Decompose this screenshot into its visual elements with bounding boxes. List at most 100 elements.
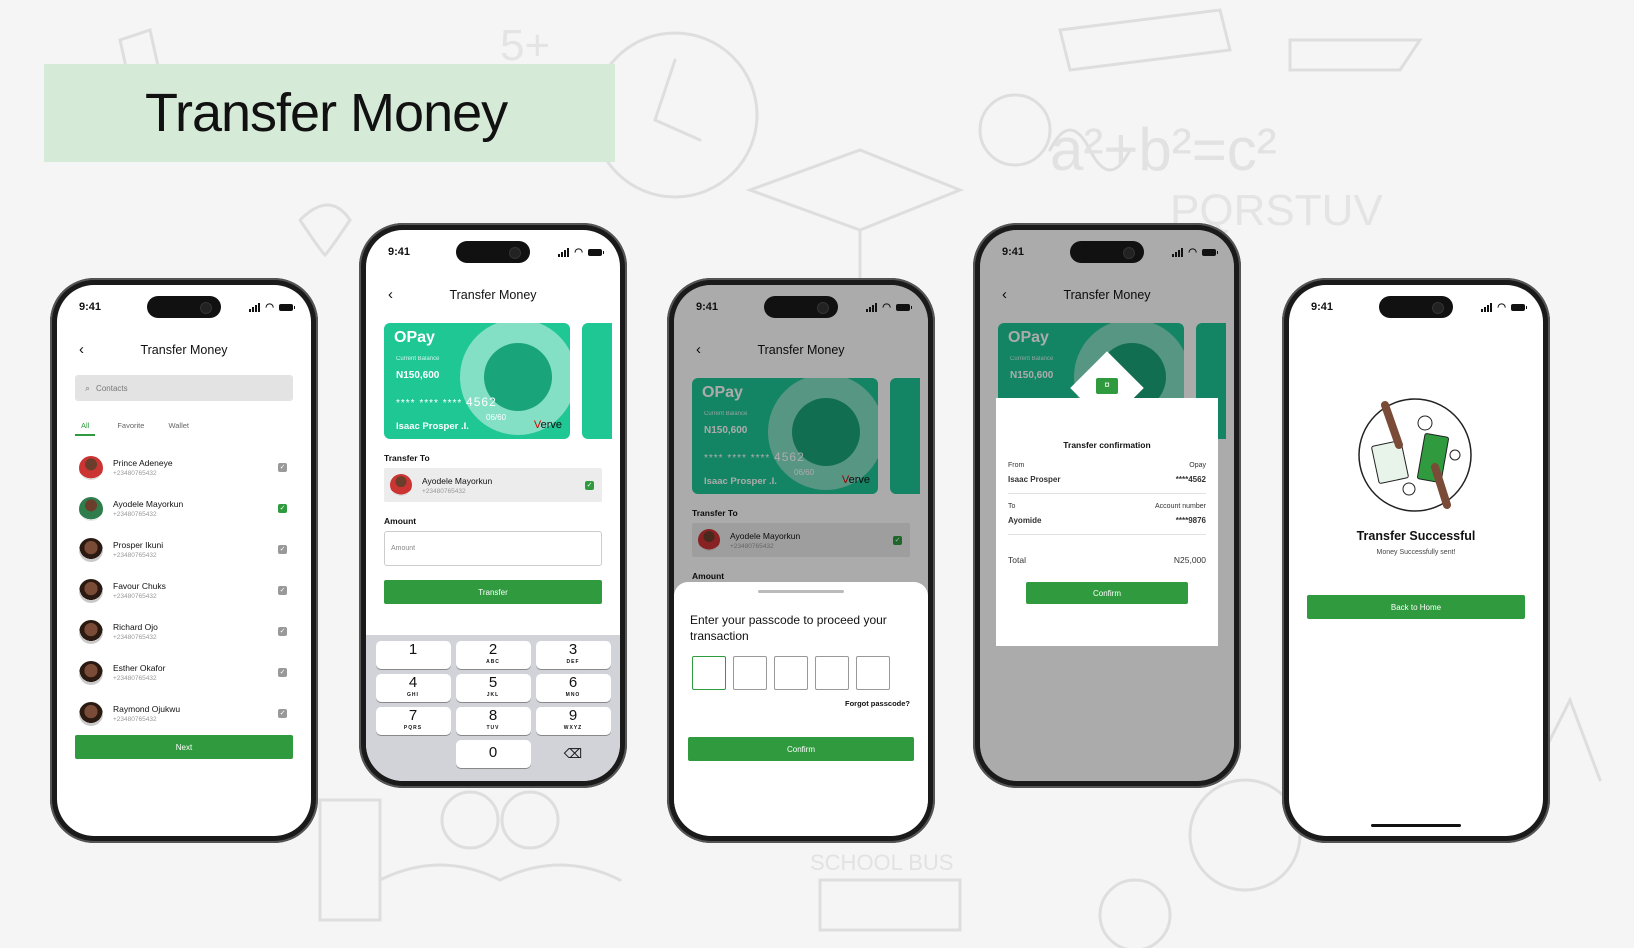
phone-amount: 9:41 ◠ ‹ Transfer Money OPay Current Bal… <box>359 223 627 788</box>
success-screen: 9:41 ◠ Transfer Successful Money Success… <box>1289 285 1543 836</box>
phone-passcode: 9:41 ◠ ‹ Transfer Money OPay Current Bal… <box>667 278 935 843</box>
verve-logo: Verve <box>533 419 562 431</box>
signal-icon <box>1481 302 1493 312</box>
battery-icon <box>279 303 295 311</box>
passcode-sheet: Enter your passcode to proceed your tran… <box>674 582 928 836</box>
to-name: Ayomide <box>1008 516 1042 525</box>
home-indicator[interactable] <box>1371 824 1461 827</box>
divider <box>1008 493 1206 494</box>
checkbox[interactable]: ✓ <box>278 668 287 677</box>
checkbox[interactable]: ✓ <box>278 504 287 513</box>
battery-icon <box>588 248 604 256</box>
status-bar: 9:41 ◠ <box>980 244 1234 260</box>
key-8[interactable]: 8 TUV <box>455 707 531 735</box>
list-item[interactable]: Richard Ojo +23480765432 ✓ <box>79 611 287 652</box>
total-label: Total <box>1008 555 1026 565</box>
money-transfer-illustration <box>1358 398 1472 512</box>
passcode-screen: 9:41 ◠ ‹ Transfer Money OPay Current Bal… <box>674 285 928 836</box>
pin-box-5[interactable] <box>856 656 890 690</box>
list-item[interactable]: Prosper Ikuni +23480765432 ✓ <box>79 529 287 570</box>
checkbox[interactable]: ✓ <box>585 480 594 490</box>
list-item[interactable]: Favour Chuks +23480765432 ✓ <box>79 570 287 611</box>
signal-icon <box>866 302 878 312</box>
key-6[interactable]: 6 MNO <box>535 674 611 702</box>
wifi-icon: ◠ <box>1497 301 1506 313</box>
tab-favorite[interactable]: Favorite <box>117 421 144 436</box>
status-bar: 9:41 ◠ <box>366 244 620 260</box>
to-label: To <box>1008 503 1016 510</box>
balance-value: N150,600 <box>396 370 440 381</box>
avatar <box>79 578 103 603</box>
from-label: From <box>1008 462 1025 469</box>
status-bar: 9:41 ◠ <box>674 299 928 315</box>
search-icon: ⌕ <box>85 382 91 393</box>
phone-contacts: 9:41 ◠ ‹ Transfer Money ⌕ Contacts All F… <box>50 278 318 843</box>
contact-name: Ayodele Mayorkun <box>113 499 184 509</box>
account-number-label: Account number <box>1155 503 1206 510</box>
nav-bar: ‹ Transfer Money <box>57 340 311 360</box>
key-2[interactable]: 2 ABC <box>455 641 531 669</box>
next-card-peek[interactable] <box>582 323 612 439</box>
key-7[interactable]: 7 PQRS <box>375 707 451 735</box>
confirmation-screen: 9:41 ◠ ‹ Transfer Money OPay Current Bal… <box>980 230 1234 781</box>
forgot-passcode-link[interactable]: Forgot passcode? <box>845 699 910 708</box>
amount-input[interactable]: Amount <box>384 531 602 566</box>
list-item[interactable]: Raymond Ojukwu +23480765432 ✓ <box>79 693 287 734</box>
back-arrow-icon[interactable]: ‹ <box>79 340 84 360</box>
tab-wallet[interactable]: Wallet <box>168 421 189 436</box>
success-subtext: Money Successfully sent! <box>1376 549 1456 556</box>
pin-box-2[interactable] <box>733 656 767 690</box>
checkbox[interactable]: ✓ <box>278 545 287 554</box>
selected-recipient[interactable]: Ayodele Mayorkun +23480765432 ✓ <box>384 468 602 502</box>
screen-title: Transfer Money <box>140 343 228 357</box>
contact-phone: +23480765432 <box>113 634 157 641</box>
transfer-button[interactable]: Transfer <box>384 580 602 604</box>
card-expiry: 06/60 <box>486 413 507 422</box>
list-item[interactable]: Ayodele Mayorkun +23480765432 ✓ <box>79 488 287 529</box>
status-time: 9:41 <box>1311 301 1334 313</box>
next-button[interactable]: Next <box>75 735 293 759</box>
key-3[interactable]: 3 DEF <box>535 641 611 669</box>
list-item[interactable]: Prince Adeneye +23480765432 ✓ <box>79 447 287 488</box>
key-0[interactable]: 0 <box>455 740 531 768</box>
delete-icon[interactable]: ⌫ <box>536 740 611 768</box>
pin-box-1[interactable] <box>692 656 726 690</box>
confirm-button[interactable]: Confirm <box>1026 582 1188 604</box>
contact-phone: +23480765432 <box>113 716 157 723</box>
avatar <box>79 701 103 726</box>
key-4[interactable]: 4 GHI <box>375 674 451 702</box>
confirmation-heading: Transfer confirmation <box>1063 440 1151 450</box>
list-item[interactable]: Esther Okafor +23480765432 ✓ <box>79 652 287 693</box>
key-9[interactable]: 9 WXYZ <box>535 707 611 735</box>
avatar <box>79 660 103 685</box>
wifi-icon: ◠ <box>1188 246 1197 258</box>
key-1[interactable]: 1 <box>375 641 451 669</box>
checkbox[interactable]: ✓ <box>278 463 287 472</box>
phone-success: 9:41 ◠ Transfer Successful Money Success… <box>1282 278 1550 843</box>
passcode-prompt: Enter your passcode to proceed your tran… <box>690 613 887 643</box>
confirm-button[interactable]: Confirm <box>688 737 914 761</box>
pin-box-3[interactable] <box>774 656 808 690</box>
back-to-home-button[interactable]: Back to Home <box>1307 595 1525 619</box>
checkbox[interactable]: ✓ <box>278 627 287 636</box>
total-value: N25,000 <box>1173 555 1206 565</box>
sheet-handle[interactable] <box>758 590 844 593</box>
status-time: 9:41 <box>1002 246 1025 258</box>
back-arrow-icon[interactable]: ‹ <box>388 285 393 305</box>
signal-icon <box>558 247 570 257</box>
checkbox[interactable]: ✓ <box>278 709 287 718</box>
card-holder: Isaac Prosper .I. <box>396 421 469 432</box>
bank-card[interactable]: OPay Current Balance N150,600 **** **** … <box>384 323 570 439</box>
search-input[interactable]: ⌕ Contacts <box>75 375 293 401</box>
card-number: **** **** **** 4562 <box>396 395 497 409</box>
pin-box-4[interactable] <box>815 656 849 690</box>
success-heading: Transfer Successful <box>1356 529 1476 543</box>
amount-screen: 9:41 ◠ ‹ Transfer Money OPay Current Bal… <box>366 230 620 781</box>
to-account: ****9876 <box>1175 516 1206 525</box>
tab-all[interactable]: All <box>75 421 96 436</box>
page-title: Transfer Money <box>145 83 508 143</box>
checkbox[interactable]: ✓ <box>278 586 287 595</box>
avatar <box>79 455 103 480</box>
wifi-icon: ◠ <box>265 301 274 313</box>
key-5[interactable]: 5 JKL <box>455 674 531 702</box>
